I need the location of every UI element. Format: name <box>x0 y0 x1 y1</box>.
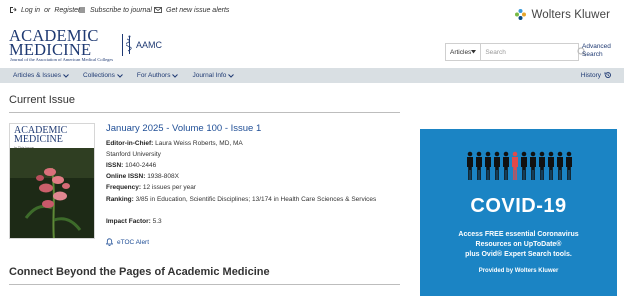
issn-value: 1040-2446 <box>125 162 157 169</box>
frequency-value: 12 issues per year <box>142 184 196 191</box>
cover-flower-image <box>10 148 94 238</box>
frequency-label: Frequency: <box>106 184 142 191</box>
publisher-name: Wolters Kluwer <box>531 8 610 21</box>
issue-cover[interactable]: ACADEMIC MEDICINE In This Issue <box>9 123 95 239</box>
affiliation: Stanford University <box>106 151 161 158</box>
issn-label: ISSN: <box>106 162 124 169</box>
section-divider <box>9 284 400 285</box>
editor-label: Editor-in-Chief: <box>106 140 154 147</box>
impact-factor-row: Impact Factor: 5.3 <box>106 217 396 226</box>
caduceus-icon <box>126 35 132 54</box>
menu-icon <box>79 7 85 13</box>
history-button[interactable]: History <box>581 71 612 79</box>
aamc-logo[interactable]: AAMC <box>122 34 162 56</box>
person-icon <box>557 151 563 180</box>
nav-journal-info[interactable]: Journal Info <box>192 72 235 79</box>
person-icon <box>539 151 545 180</box>
wk-logo-icon <box>515 9 527 20</box>
connect-heading: Connect Beyond the Pages of Academic Med… <box>9 266 270 278</box>
login-icon <box>10 7 17 13</box>
section-divider <box>9 112 400 113</box>
person-icon <box>521 151 527 180</box>
history-icon <box>604 72 611 78</box>
search-scope-select[interactable]: Articles <box>446 44 482 60</box>
person-icon <box>566 151 572 180</box>
logo-divider <box>122 34 123 56</box>
editor-value: Laura Weiss Roberts, MD, MA <box>155 140 243 147</box>
ad-headline: COVID-19 <box>470 195 567 217</box>
advanced-line-2: Search <box>582 51 603 58</box>
ad-provider: Provided by Wolters Kluwer <box>478 268 559 274</box>
nav-collections[interactable]: Collections <box>83 72 123 79</box>
ad-line-3: plus Ovid® Expert Search tools. <box>465 251 572 258</box>
cover-title-line-2: MEDICINE <box>14 134 63 145</box>
utility-bar: Log in or Register Subscribe to journal … <box>0 0 624 26</box>
bell-icon <box>106 238 113 246</box>
person-icon <box>530 151 536 180</box>
login-register: Log in or Register <box>9 6 80 14</box>
search-input[interactable] <box>481 44 578 60</box>
etoc-label: eTOC Alert <box>117 238 150 246</box>
current-issue-heading: Current Issue <box>9 94 76 106</box>
cover-title: ACADEMIC MEDICINE <box>14 126 67 145</box>
wolters-kluwer-logo[interactable]: Wolters Kluwer <box>514 8 610 21</box>
main-nav: Articles & Issues Collections For Author… <box>0 68 624 83</box>
chevron-down-icon <box>116 73 123 78</box>
journal-logo[interactable]: ACADEMIC MEDICINE <box>9 27 99 59</box>
alerts-label: Get new issue alerts <box>166 6 230 14</box>
person-icon <box>476 151 482 180</box>
journal-tagline: Journal of the Association of American M… <box>10 57 114 62</box>
issue-alerts-link[interactable]: Get new issue alerts <box>154 6 229 14</box>
editor-row: Editor-in-Chief: Laura Weiss Roberts, MD… <box>106 139 396 148</box>
aamc-text: AAMC <box>136 40 163 50</box>
people-icon-row <box>467 151 572 180</box>
impact-factor-value: 5.3 <box>152 218 162 225</box>
search-bar: Articles <box>445 43 587 61</box>
logo-line-2: MEDICINE <box>9 40 92 59</box>
nav-for-authors[interactable]: For Authors <box>137 72 179 79</box>
nav-label: Articles & Issues <box>13 72 62 79</box>
login-link[interactable]: Log in <box>21 7 40 14</box>
advanced-line-1: Advanced <box>582 43 611 50</box>
etoc-alert-link[interactable]: eTOC Alert <box>106 238 149 246</box>
nav-label: Collections <box>83 72 115 79</box>
person-icon <box>503 151 509 180</box>
subscribe-label: Subscribe to journal <box>90 6 152 14</box>
online-issn-value: 1938-808X <box>147 173 179 180</box>
ranking-row: Ranking: 3/85 in Education, Scientific D… <box>106 195 388 204</box>
nav-articles-issues[interactable]: Articles & Issues <box>13 72 69 79</box>
ranking-value: 3/85 in Education, Scientific Discipline… <box>135 196 377 203</box>
person-icon <box>548 151 554 180</box>
nav-label: For Authors <box>136 72 171 79</box>
online-issn-row: Online ISSN: 1938-808X <box>106 172 396 181</box>
subscribe-link[interactable]: Subscribe to journal <box>78 6 152 14</box>
person-icon <box>485 151 491 180</box>
history-label: History <box>580 71 601 79</box>
current-issue-link[interactable]: January 2025 - Volume 100 - Issue 1 <box>106 123 261 134</box>
person-icon-highlighted <box>512 151 518 180</box>
nav-label: Journal Info <box>192 72 227 79</box>
person-icon <box>467 151 473 180</box>
impact-factor-label: Impact Factor: <box>106 218 151 225</box>
chevron-down-icon <box>172 73 179 78</box>
ad-line-2: Resources on UpToDate® <box>475 241 562 248</box>
register-link[interactable]: Register <box>54 7 80 14</box>
search-scope-value: Articles <box>450 48 472 56</box>
person-icon <box>494 151 500 180</box>
masthead: ACADEMIC MEDICINE Journal of the Associa… <box>0 26 624 68</box>
covid-ad-banner[interactable]: COVID-19 Access FREE essential Coronavir… <box>420 129 617 296</box>
issn-row: ISSN: 1040-2446 <box>106 161 396 170</box>
frequency-row: Frequency: 12 issues per year <box>106 183 396 192</box>
ad-line-1: Access FREE essential Coronavirus <box>458 231 579 238</box>
chevron-down-icon <box>228 73 235 78</box>
mail-icon <box>154 7 162 13</box>
ranking-label: Ranking: <box>106 196 134 203</box>
online-issn-label: Online ISSN: <box>106 173 146 180</box>
chevron-down-icon <box>63 73 69 78</box>
caret-down-icon <box>471 50 477 54</box>
or-text: or <box>44 6 51 14</box>
advanced-search-link[interactable]: Advanced Search <box>582 43 622 59</box>
